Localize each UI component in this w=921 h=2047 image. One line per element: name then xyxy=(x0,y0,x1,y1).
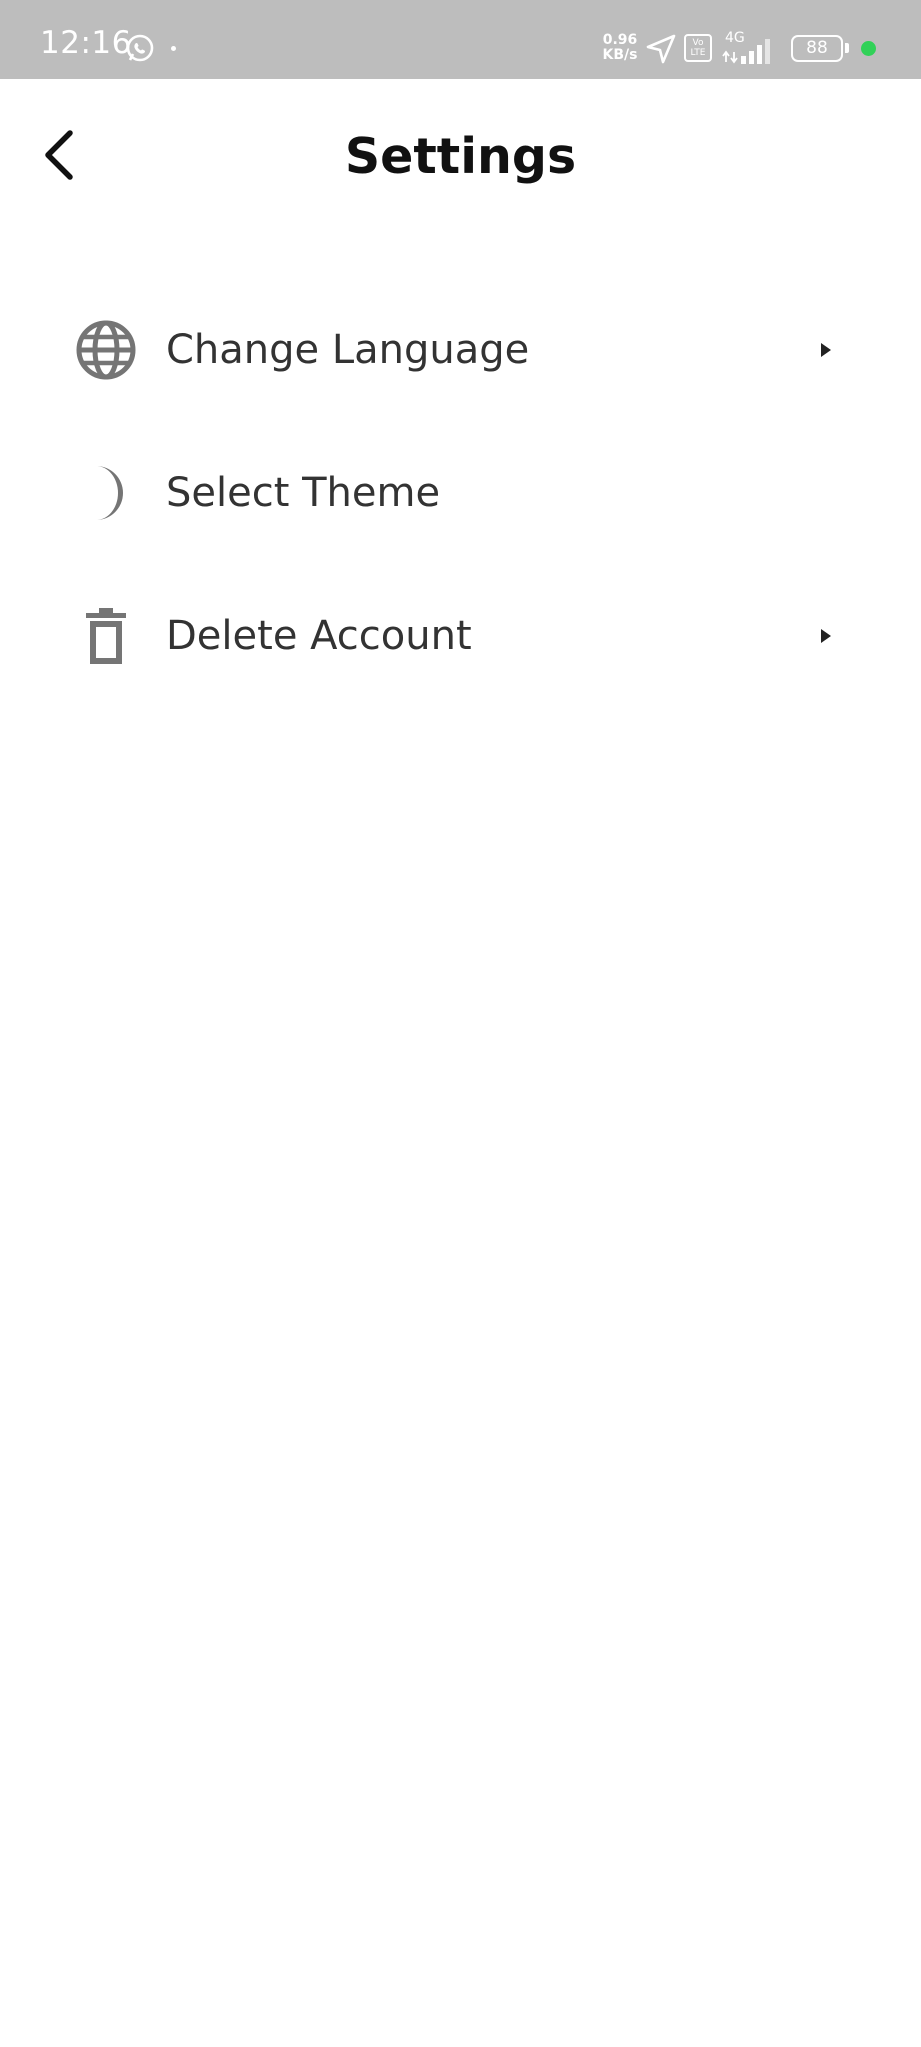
status-bar: 12:16 0.96 KB/s Vo LTE 4G 88 xyxy=(0,0,921,79)
privacy-indicator-dot xyxy=(861,41,876,56)
battery-level: 88 xyxy=(806,38,828,58)
notification-dot xyxy=(171,46,176,51)
volte-top-text: Vo xyxy=(692,38,704,48)
globe-icon xyxy=(76,320,136,380)
network-type: 4G xyxy=(725,30,745,46)
menu-item-change-language[interactable]: Change Language xyxy=(60,291,860,401)
menu-item-label: Change Language xyxy=(166,327,530,373)
network-speed-value: 0.96 xyxy=(602,32,638,48)
network-speed-unit: KB/s xyxy=(602,47,638,63)
menu-item-select-theme[interactable]: Select Theme xyxy=(60,434,860,544)
menu-item-delete-account[interactable]: Delete Account xyxy=(60,577,860,687)
trash-icon xyxy=(86,608,126,664)
status-time: 12:16 xyxy=(40,25,132,61)
battery-icon: 88 xyxy=(791,35,843,62)
moon-icon xyxy=(96,466,123,520)
chevron-right-icon xyxy=(821,343,831,357)
menu-item-label: Select Theme xyxy=(166,470,441,516)
volte-bottom-text: LTE xyxy=(690,48,706,58)
navigation-icon xyxy=(646,34,676,64)
chevron-right-icon xyxy=(821,629,831,643)
app-bar: Settings xyxy=(0,79,921,229)
network-speed: 0.96 KB/s xyxy=(598,33,642,63)
page-title: Settings xyxy=(344,128,577,185)
menu-item-label: Delete Account xyxy=(166,613,472,659)
whatsapp-icon xyxy=(126,34,154,62)
volte-icon: Vo LTE xyxy=(684,34,712,62)
battery-cap xyxy=(845,43,849,53)
